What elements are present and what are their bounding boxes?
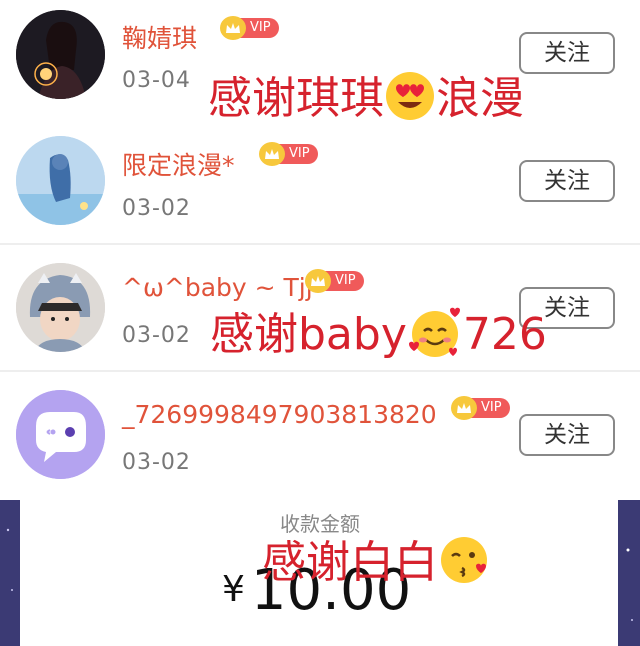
vip-badge: VIP (220, 16, 279, 40)
crown-icon (305, 269, 331, 293)
avatar[interactable] (16, 390, 105, 479)
list-item[interactable]: _7269998497903813820 VIP 03-02 关注 (0, 372, 640, 499)
list-item[interactable]: 限定浪漫* VIP 03-02 关注 (0, 118, 640, 245)
vip-badge: VIP (305, 269, 364, 293)
date-label: 03-02 (122, 323, 191, 348)
user-name[interactable]: 鞠婧琪 (122, 19, 197, 55)
follow-button[interactable]: 关注 (519, 414, 615, 456)
caption-thanks-baby: 感谢baby 726 (210, 298, 547, 371)
date-label: 03-02 (122, 450, 191, 475)
crown-icon (259, 142, 285, 166)
currency-symbol: ¥ (222, 569, 245, 610)
avatar[interactable] (16, 10, 105, 99)
user-name[interactable]: _7269998497903813820 (122, 400, 437, 429)
date-label: 03-02 (122, 196, 191, 221)
vip-badge: VIP (259, 142, 318, 166)
date-label: 03-04 (122, 68, 191, 93)
follow-button[interactable]: 关注 (519, 32, 615, 74)
crown-icon (220, 16, 246, 40)
crown-icon (451, 396, 477, 420)
heart-eyes-emoji-icon (384, 70, 436, 133)
caption-thanks-baibai: 感谢白白 (262, 526, 494, 599)
user-name[interactable]: 限定浪漫* (122, 146, 235, 182)
kiss-wink-emoji-icon (438, 532, 494, 599)
avatar[interactable] (16, 263, 105, 352)
smiling-hearts-emoji-icon (407, 304, 463, 371)
caption-thanks-qiqi: 感谢琪琪 浪漫 (208, 62, 524, 133)
avatar[interactable] (16, 136, 105, 225)
follow-button[interactable]: 关注 (519, 160, 615, 202)
vip-badge: VIP (451, 396, 510, 420)
